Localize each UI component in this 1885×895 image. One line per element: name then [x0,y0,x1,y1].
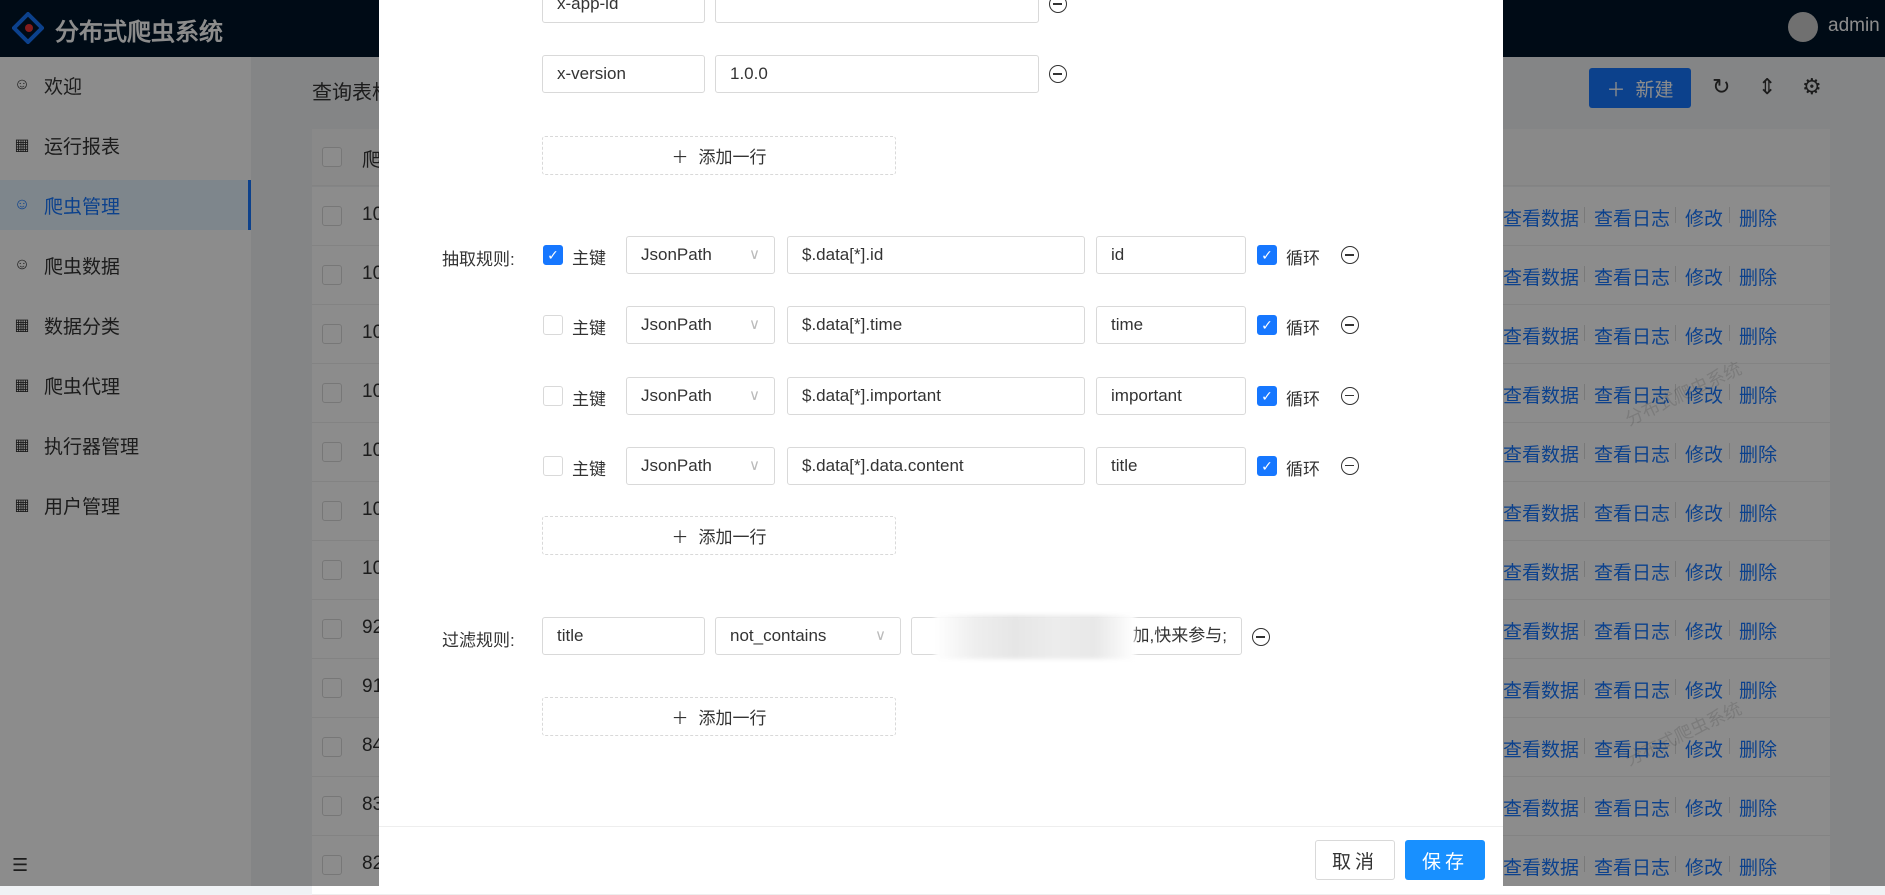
rule-name-input[interactable]: important [1096,376,1246,415]
plus-icon: ＋ [671,528,689,547]
add-filter-row-button[interactable]: ＋添加一行 [542,697,896,736]
rule-type-select[interactable]: JsonPath [626,446,775,485]
rule-name-input[interactable]: id [1096,236,1246,274]
loop-checkbox[interactable]: ✓ [1257,245,1277,265]
loop-checkbox[interactable]: ✓ [1257,315,1277,336]
rule-name-input[interactable]: time [1096,306,1246,345]
header-key-input[interactable]: x-app-id [542,0,705,23]
loop-label: 循环 [1286,459,1320,479]
loop-label: 循环 [1286,319,1320,339]
rule-type-select[interactable]: JsonPath [626,376,775,415]
remove-rule-icon[interactable] [1341,386,1359,405]
edit-modal: x-app-id x-version 1.0.0 ＋添加一行 抽取规则: ✓ 主键 Js… [379,0,1503,886]
remove-filter-icon[interactable] [1252,628,1270,646]
primary-key-label: 主键 [572,389,606,409]
rule-path-input[interactable]: $.data[*].id [787,236,1085,274]
remove-rule-icon[interactable] [1341,316,1359,335]
remove-header-icon[interactable] [1049,0,1067,13]
loop-checkbox[interactable]: ✓ [1257,455,1277,476]
add-header-row-button[interactable]: ＋添加一行 [542,136,896,175]
filter-field-input[interactable]: title [542,617,705,655]
filter-rules-label: 过滤规则: [442,631,515,650]
header-value-input[interactable] [715,0,1039,23]
rule-name-input[interactable]: title [1096,446,1246,485]
primary-key-checkbox[interactable]: ✓ [543,245,563,265]
loop-label: 循环 [1286,389,1320,409]
rule-path-input[interactable]: $.data[*].time [787,306,1085,345]
header-key-input[interactable]: x-version [542,55,705,93]
modal-footer-divider [379,826,1503,827]
filter-op-select[interactable]: not_contains [715,617,901,655]
redacted-blur [935,615,1135,659]
header-value-input[interactable]: 1.0.0 [715,55,1039,93]
add-extract-row-button[interactable]: ＋添加一行 [542,516,896,555]
loop-label: 循环 [1286,249,1320,268]
primary-key-checkbox[interactable] [543,455,563,476]
primary-key-label: 主键 [572,249,606,268]
primary-key-label: 主键 [572,459,606,479]
rule-path-input[interactable]: $.data[*].important [787,376,1085,415]
save-button[interactable]: 保存 [1405,840,1485,880]
rule-path-input[interactable]: $.data[*].data.content [787,446,1085,485]
primary-key-checkbox[interactable] [543,385,563,406]
remove-rule-icon[interactable] [1341,246,1359,264]
remove-header-icon[interactable] [1049,65,1067,83]
plus-icon: ＋ [671,709,689,728]
loop-checkbox[interactable]: ✓ [1257,385,1277,406]
rule-type-select[interactable]: JsonPath [626,306,775,345]
primary-key-checkbox[interactable] [543,315,563,336]
rule-type-select[interactable]: JsonPath [626,236,775,274]
remove-rule-icon[interactable] [1341,456,1359,475]
plus-icon: ＋ [671,148,689,167]
cancel-button[interactable]: 取消 [1315,840,1395,880]
primary-key-label: 主键 [572,319,606,339]
extract-rules-label: 抽取规则: [442,250,515,269]
